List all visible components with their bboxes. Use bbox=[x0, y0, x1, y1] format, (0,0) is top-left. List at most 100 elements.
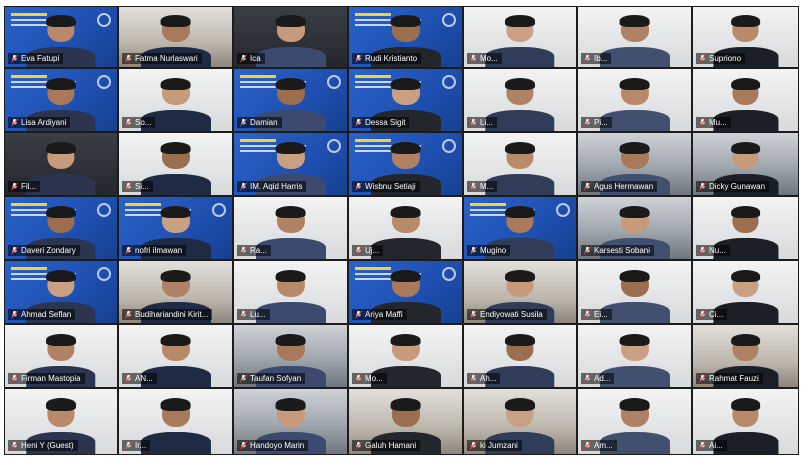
participant-tile[interactable]: Eva Fatupi bbox=[4, 6, 118, 68]
participant-name-label: Eva Fatupi bbox=[8, 53, 64, 64]
participant-name: Karsesti Sobani bbox=[594, 246, 651, 255]
participant-name: Endiyowati Susila bbox=[480, 310, 543, 319]
participant-tile[interactable]: Lisa Ardiyani bbox=[4, 68, 118, 132]
participant-tile[interactable]: Ad... bbox=[577, 324, 692, 388]
participant-name: Ica bbox=[250, 54, 261, 63]
participant-tile[interactable]: Rudi Kristianto bbox=[348, 6, 463, 68]
mic-muted-icon bbox=[10, 441, 19, 450]
participant-name: Ci... bbox=[709, 310, 724, 319]
participant-tile[interactable]: IM. Aqid Harris bbox=[233, 132, 348, 196]
participant-name-label: Damian bbox=[237, 117, 282, 128]
participant-tile[interactable]: Damian bbox=[233, 68, 348, 132]
participant-tile[interactable]: Ica bbox=[233, 6, 348, 68]
mic-muted-icon bbox=[239, 310, 248, 319]
participant-tile[interactable]: Si... bbox=[118, 132, 233, 196]
participant-name-label: Mo... bbox=[352, 373, 387, 384]
participant-tile[interactable]: Ariya Maffi bbox=[348, 260, 463, 324]
participant-tile[interactable]: Mu... bbox=[692, 68, 799, 132]
participant-tile[interactable]: Ahmad Seflan bbox=[4, 260, 118, 324]
mic-muted-icon bbox=[354, 441, 363, 450]
participant-tile[interactable]: Heni Y (Guest) bbox=[4, 388, 118, 455]
participant-tile[interactable]: Ir... bbox=[118, 388, 233, 455]
participant-tile[interactable]: Li... bbox=[463, 68, 577, 132]
participant-tile[interactable]: Ai... bbox=[692, 388, 799, 455]
participant-tile[interactable]: So... bbox=[118, 68, 233, 132]
event-logo-icon bbox=[556, 203, 570, 217]
mic-muted-icon bbox=[583, 441, 592, 450]
participant-tile[interactable]: Fatma Nurlaswari bbox=[118, 6, 233, 68]
participant-tile[interactable]: nofri ilmawan bbox=[118, 196, 233, 260]
participant-tile[interactable]: Agus Hermawan bbox=[577, 132, 692, 196]
participant-name: Galuh Hamani bbox=[365, 441, 417, 450]
mic-muted-icon bbox=[354, 310, 363, 319]
participant-tile[interactable]: Karsesti Sobani bbox=[577, 196, 692, 260]
participant-name: Ai... bbox=[709, 441, 723, 450]
participant-name: Fil... bbox=[21, 182, 37, 191]
mic-muted-icon bbox=[583, 118, 592, 127]
participant-name: Eva Fatupi bbox=[21, 54, 60, 63]
participant-tile[interactable]: AN... bbox=[118, 324, 233, 388]
mic-muted-icon bbox=[124, 441, 133, 450]
participant-name-label: Firman Mastopia bbox=[8, 373, 85, 384]
participant-name-label: Ra... bbox=[237, 245, 271, 256]
participant-name: Ra... bbox=[250, 246, 267, 255]
participant-tile[interactable]: Mugino bbox=[463, 196, 577, 260]
participant-name: Lu... bbox=[250, 310, 266, 319]
participant-tile[interactable]: Rahmat Fauzi bbox=[692, 324, 799, 388]
participant-tile[interactable]: Daveri Zondary bbox=[4, 196, 118, 260]
participant-tile[interactable]: Endiyowati Susila bbox=[463, 260, 577, 324]
mic-muted-icon bbox=[698, 182, 707, 191]
mic-muted-icon bbox=[583, 182, 592, 191]
mic-muted-icon bbox=[698, 441, 707, 450]
participant-tile[interactable]: Nu... bbox=[692, 196, 799, 260]
participant-tile[interactable]: ki Jumzani bbox=[463, 388, 577, 455]
participant-name: Heni Y (Guest) bbox=[21, 441, 74, 450]
participant-name: Mo... bbox=[480, 54, 498, 63]
participant-tile[interactable]: Galuh Hamani bbox=[348, 388, 463, 455]
participant-name-label: Dessa Sigit bbox=[352, 117, 410, 128]
participant-name: Dicky Gunawan bbox=[709, 182, 766, 191]
participant-name-label: Taufan Sofyan bbox=[237, 373, 306, 384]
participant-tile[interactable]: Fil... bbox=[4, 132, 118, 196]
participant-name: Lisa Ardiyani bbox=[21, 118, 67, 127]
participant-video bbox=[140, 397, 211, 454]
participant-name-label: Dicky Gunawan bbox=[696, 181, 770, 192]
participant-name: Daveri Zondary bbox=[21, 246, 76, 255]
participant-name-label: IM. Aqid Harris bbox=[237, 181, 307, 192]
participant-tile[interactable]: Budihariandini Kirit... bbox=[118, 260, 233, 324]
participant-tile[interactable]: Am... bbox=[577, 388, 692, 455]
participant-name-label: AN... bbox=[122, 373, 157, 384]
participant-tile[interactable]: Pi... bbox=[577, 68, 692, 132]
participant-tile[interactable]: Taufan Sofyan bbox=[233, 324, 348, 388]
participant-tile[interactable]: Supriono bbox=[692, 6, 799, 68]
participant-tile[interactable]: Ra... bbox=[233, 196, 348, 260]
participant-tile[interactable]: Uj... bbox=[348, 196, 463, 260]
mic-muted-icon bbox=[10, 246, 19, 255]
participant-name: Ib... bbox=[594, 54, 608, 63]
event-logo-icon bbox=[442, 75, 456, 89]
participant-name: Ei... bbox=[594, 310, 608, 319]
participant-tile[interactable]: Dessa Sigit bbox=[348, 68, 463, 132]
participant-name-label: Endiyowati Susila bbox=[467, 309, 547, 320]
participant-tile[interactable]: Ei... bbox=[577, 260, 692, 324]
participant-tile[interactable]: Wisbnu Setiaji bbox=[348, 132, 463, 196]
participant-name: Wisbnu Setiaji bbox=[365, 182, 416, 191]
participant-tile[interactable]: Ib... bbox=[577, 6, 692, 68]
participant-tile[interactable]: Lu... bbox=[233, 260, 348, 324]
participant-name: Si... bbox=[135, 182, 149, 191]
participant-name-label: Mo... bbox=[467, 53, 502, 64]
mic-muted-icon bbox=[10, 374, 19, 383]
participant-tile[interactable]: Dicky Gunawan bbox=[692, 132, 799, 196]
participant-tile[interactable]: M... bbox=[463, 132, 577, 196]
participant-tile[interactable]: Ci... bbox=[692, 260, 799, 324]
participant-name-label: Wisbnu Setiaji bbox=[352, 181, 420, 192]
participant-tile[interactable]: Handoyo Marin bbox=[233, 388, 348, 455]
participant-tile[interactable]: Mo... bbox=[348, 324, 463, 388]
participant-tile[interactable]: Firman Mastopia bbox=[4, 324, 118, 388]
participant-name: Firman Mastopia bbox=[21, 374, 81, 383]
participant-name-label: Mu... bbox=[696, 117, 731, 128]
participant-name-label: Lisa Ardiyani bbox=[8, 117, 71, 128]
participant-tile[interactable]: Mo... bbox=[463, 6, 577, 68]
participant-tile[interactable]: Ah... bbox=[463, 324, 577, 388]
mic-muted-icon bbox=[583, 246, 592, 255]
